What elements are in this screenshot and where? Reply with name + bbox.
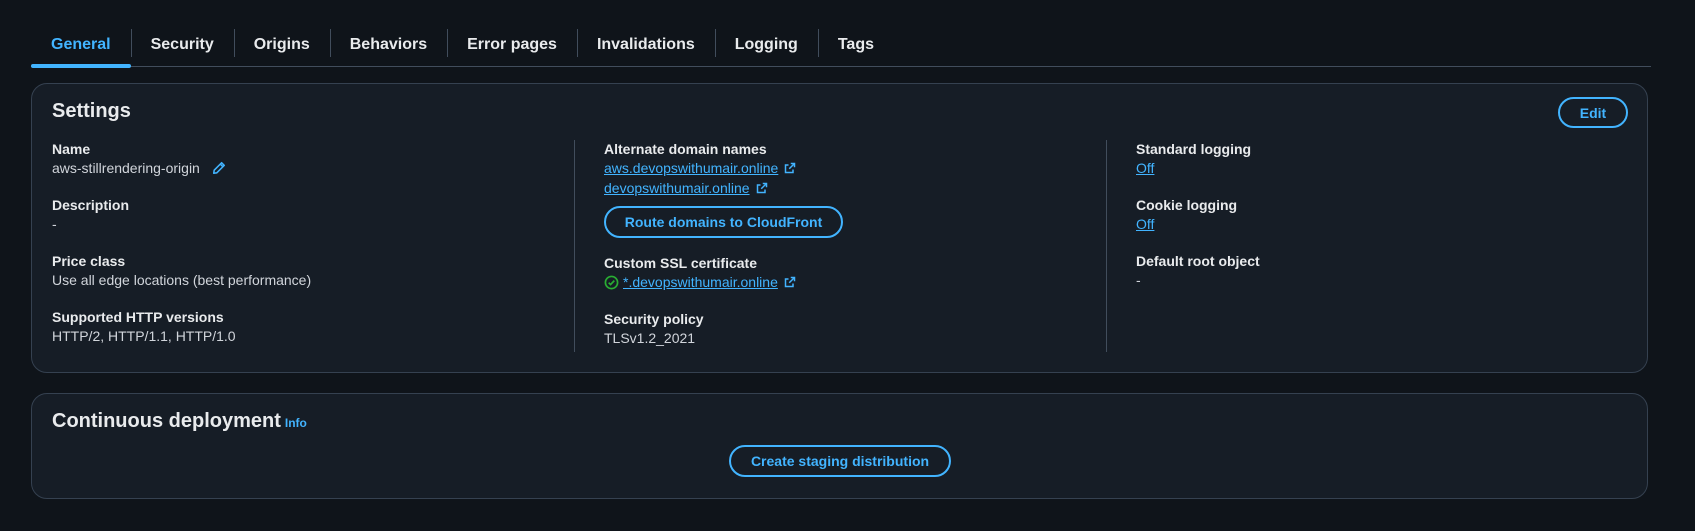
tab-behaviors[interactable]: Behaviors <box>329 24 447 66</box>
edit-button[interactable]: Edit <box>1558 97 1628 128</box>
ssl-certificate-row: *.devopswithumair.online <box>604 272 1104 292</box>
alternate-domain-row: devopswithumair.online <box>604 178 1104 198</box>
tab-invalidations[interactable]: Invalidations <box>576 24 715 66</box>
name-value-row: aws-stillrendering-origin <box>52 158 572 178</box>
tab-tags[interactable]: Tags <box>817 24 894 66</box>
external-link-icon[interactable] <box>784 162 796 174</box>
http-versions-value: HTTP/2, HTTP/1.1, HTTP/1.0 <box>52 328 236 344</box>
route-domains-button[interactable]: Route domains to CloudFront <box>604 206 843 238</box>
external-link-icon[interactable] <box>784 276 796 288</box>
tab-origins[interactable]: Origins <box>233 24 330 66</box>
cookie-logging-row: Off <box>1136 214 1616 234</box>
default-root-object-label: Default root object <box>1136 253 1260 269</box>
ssl-certificate-field: Custom SSL certificate *.devopswithumair… <box>604 254 1104 292</box>
standard-logging-field: Standard logging Off <box>1136 140 1616 178</box>
settings-panel: Settings Edit Name aws-stillrendering-or… <box>31 83 1648 373</box>
ssl-certificate-label: Custom SSL certificate <box>604 255 758 271</box>
tab-general[interactable]: General <box>31 24 131 68</box>
ssl-certificate-link[interactable]: *.devopswithumair.online <box>623 272 778 292</box>
pencil-icon[interactable] <box>212 161 226 175</box>
http-versions-field: Supported HTTP versions HTTP/2, HTTP/1.1… <box>52 308 572 346</box>
default-root-object-field: Default root object - <box>1136 252 1616 290</box>
continuous-deployment-panel: Continuous deployment Info Create staging… <box>31 393 1648 499</box>
description-field: Description - <box>52 196 572 234</box>
cookie-logging-field: Cookie logging Off <box>1136 196 1616 234</box>
tab-error-pages[interactable]: Error pages <box>447 24 577 66</box>
description-value: - <box>52 216 57 232</box>
distribution-page: General Security Origins Behaviors Error… <box>0 0 1695 531</box>
external-link-icon[interactable] <box>756 182 768 194</box>
standard-logging-label: Standard logging <box>1136 141 1252 157</box>
continuous-deployment-title-text: Continuous deployment <box>52 410 281 432</box>
tab-bar: General Security Origins Behaviors Error… <box>31 24 1651 68</box>
price-class-label: Price class <box>52 253 126 269</box>
tab-security[interactable]: Security <box>130 24 234 66</box>
alternate-domain-link[interactable]: devopswithumair.online <box>604 178 750 198</box>
http-versions-label: Supported HTTP versions <box>52 309 224 325</box>
alternate-domains-field: Alternate domain names aws.devopswithuma… <box>604 140 1104 238</box>
alternate-domain-link[interactable]: aws.devopswithumair.online <box>604 158 778 178</box>
settings-column-general: Name aws-stillrendering-origin Descripti… <box>52 140 572 352</box>
alternate-domains-label: Alternate domain names <box>604 141 767 157</box>
create-staging-distribution-button[interactable]: Create staging distribution <box>729 445 951 477</box>
description-label: Description <box>52 197 130 213</box>
price-class-value: Use all edge locations (best performance… <box>52 272 312 288</box>
security-policy-field: Security policy TLSv1.2_2021 <box>604 310 1104 348</box>
name-field: Name aws-stillrendering-origin <box>52 140 572 178</box>
security-policy-label: Security policy <box>604 311 704 327</box>
info-link[interactable]: Info <box>285 416 307 430</box>
settings-column-domains: Alternate domain names aws.devopswithuma… <box>574 140 1104 352</box>
continuous-deployment-title: Continuous deployment Info <box>52 410 307 433</box>
settings-title: Settings <box>52 100 131 122</box>
price-class-field: Price class Use all edge locations (best… <box>52 252 572 290</box>
cookie-logging-label: Cookie logging <box>1136 197 1238 213</box>
check-circle-icon <box>604 275 619 290</box>
standard-logging-row: Off <box>1136 158 1616 178</box>
name-label: Name <box>52 141 91 157</box>
alternate-domain-row: aws.devopswithumair.online <box>604 158 1104 178</box>
tab-logging[interactable]: Logging <box>714 24 818 66</box>
security-policy-value: TLSv1.2_2021 <box>604 330 696 346</box>
name-value: aws-stillrendering-origin <box>52 160 200 176</box>
default-root-object-value: - <box>1136 272 1141 288</box>
standard-logging-link[interactable]: Off <box>1136 158 1154 178</box>
settings-column-logging: Standard logging Off Cookie logging Off … <box>1106 140 1616 352</box>
cookie-logging-link[interactable]: Off <box>1136 214 1154 234</box>
